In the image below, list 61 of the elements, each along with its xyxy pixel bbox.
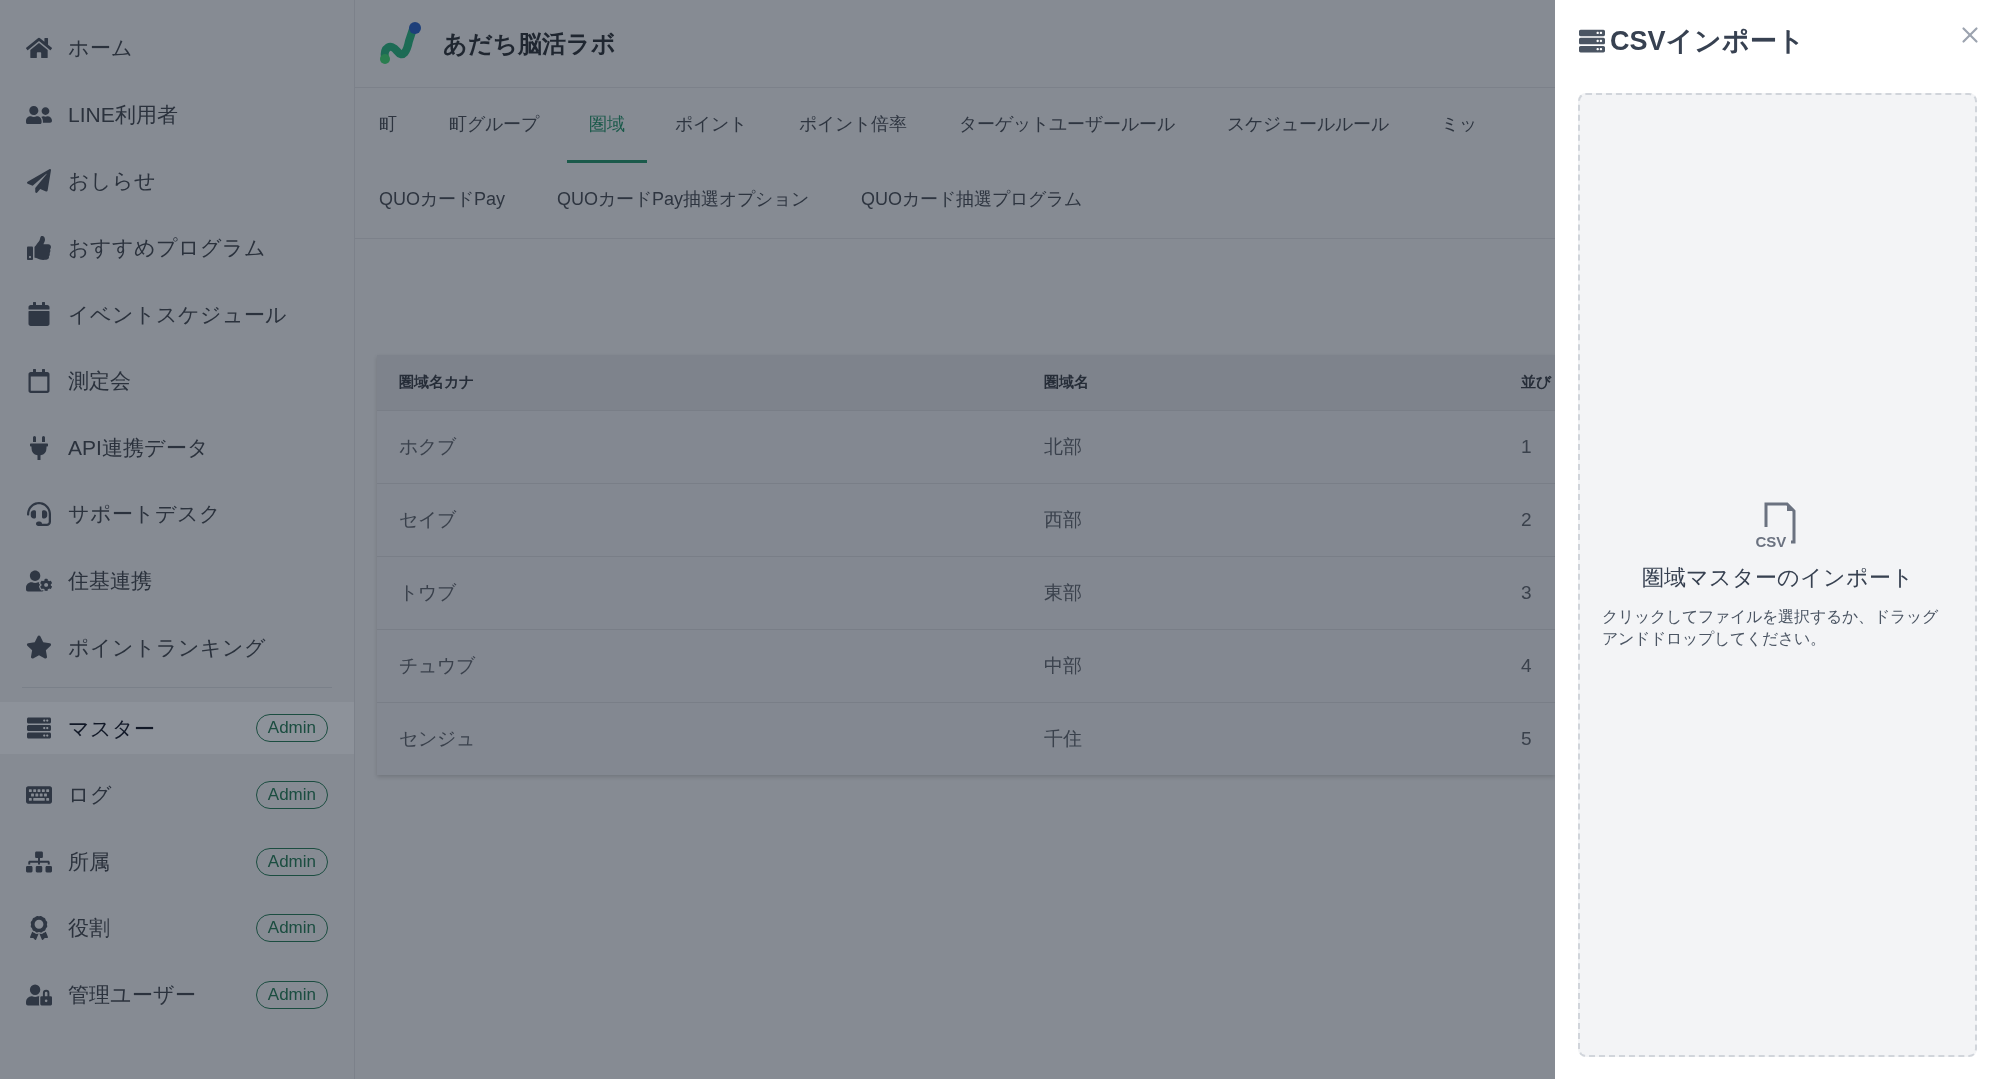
calendar-icon bbox=[26, 302, 52, 327]
tab[interactable]: ポイント bbox=[673, 88, 749, 163]
user-gear-icon bbox=[26, 568, 52, 593]
tab[interactable]: QUOカードPay bbox=[377, 163, 508, 238]
sidebar-item[interactable]: LINE利用者 bbox=[0, 88, 354, 141]
sidebar-item[interactable]: 測定会 bbox=[0, 354, 354, 407]
sidebar-item[interactable]: API連携データ bbox=[0, 421, 354, 474]
table-cell: 4 bbox=[1521, 654, 1532, 676]
server-icon bbox=[26, 716, 52, 741]
table-cell: ホクブ bbox=[399, 435, 456, 457]
tab[interactable]: QUOカード抽選プログラム bbox=[859, 163, 1085, 238]
sidebar-item[interactable]: ログ Admin bbox=[0, 768, 354, 821]
table-cell: 2 bbox=[1521, 508, 1532, 530]
sidebar-item[interactable]: サポートデスク bbox=[0, 488, 354, 541]
tab[interactable]: スケジュールルール bbox=[1225, 88, 1391, 163]
table-cell: 西部 bbox=[1044, 508, 1082, 530]
file-dropzone[interactable]: CSV 圏域マスターのインポート クリックしてファイルを選択するか、ドラッグアンドドロップしてください。 bbox=[1578, 93, 1977, 1057]
paper-plane-icon bbox=[26, 169, 52, 194]
server-icon bbox=[1578, 28, 1606, 54]
sidebar-item[interactable]: ホーム bbox=[0, 22, 354, 74]
app-title: あだち脳活ラボ bbox=[443, 28, 616, 59]
table-cell: 千住 bbox=[1044, 727, 1082, 749]
tab[interactable]: ポイント倍率 bbox=[797, 88, 909, 163]
drawer-title: CSVインポート bbox=[1610, 24, 1806, 58]
sitemap-icon bbox=[26, 849, 52, 874]
sidebar-item[interactable]: イベントスケジュール bbox=[0, 288, 354, 341]
tab[interactable]: ミッ bbox=[1439, 88, 1479, 163]
sidebar-item[interactable]: 管理ユーザー Admin bbox=[0, 968, 354, 1021]
user-lock-icon bbox=[26, 982, 52, 1007]
sidebar-item[interactable]: 役割 Admin bbox=[0, 902, 354, 955]
tab[interactable]: 圏域 bbox=[567, 88, 647, 163]
table-cell: セイブ bbox=[399, 508, 456, 530]
tab[interactable]: ターゲットユーザールール bbox=[957, 88, 1177, 163]
sidebar-item[interactable]: 住基連携 bbox=[0, 554, 354, 607]
table-cell: 3 bbox=[1521, 581, 1532, 603]
tab[interactable]: 町 bbox=[377, 88, 399, 163]
column-header: 並び bbox=[1521, 373, 1551, 391]
sidebar-item[interactable]: ポイントランキング bbox=[0, 621, 354, 674]
tab[interactable]: QUOカードPay抽選オプション bbox=[555, 163, 812, 238]
column-header: 圏域名カナ bbox=[399, 373, 474, 391]
table-cell: 中部 bbox=[1044, 654, 1082, 676]
sidebar-item[interactable]: マスター Admin bbox=[0, 702, 354, 755]
table-cell: 北部 bbox=[1044, 435, 1082, 457]
table-cell: センジュ bbox=[399, 727, 475, 749]
sidebar-item[interactable]: おすすめプログラム bbox=[0, 221, 354, 274]
table-cell: チュウブ bbox=[399, 654, 475, 676]
star-icon bbox=[26, 635, 52, 660]
sidebar-item[interactable]: 所属 Admin bbox=[0, 835, 354, 888]
headset-icon bbox=[26, 502, 52, 527]
column-header: 圏域名 bbox=[1044, 373, 1089, 391]
calendar-icon bbox=[26, 368, 52, 393]
tab[interactable]: 町グループ bbox=[447, 88, 541, 163]
home-icon bbox=[26, 36, 52, 60]
table-cell: トウブ bbox=[399, 581, 456, 603]
table-cell: 東部 bbox=[1044, 581, 1082, 603]
sidebar-item[interactable]: おしらせ bbox=[0, 155, 354, 208]
dropzone-title: 圏域マスターのインポート bbox=[1641, 564, 1914, 592]
table-cell: 5 bbox=[1521, 727, 1532, 749]
table-cell: 1 bbox=[1521, 435, 1532, 457]
thumbs-up-icon bbox=[26, 235, 52, 260]
dropzone-description: クリックしてファイルを選択するか、ドラッグアンドドロップしてください。 bbox=[1602, 607, 1939, 649]
